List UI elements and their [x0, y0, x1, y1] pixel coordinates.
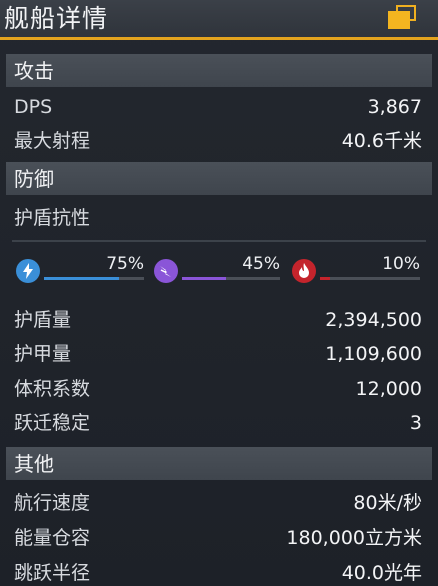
- resist-energy: 45%: [154, 253, 280, 287]
- stat-value: 80米/秒: [353, 492, 422, 514]
- stat-row-shield: 护盾量 2,394,500: [14, 305, 422, 335]
- stat-value: 40.0光年: [341, 562, 422, 584]
- stat-row-capacitor: 能量仓容 180,000立方米: [14, 523, 422, 553]
- resist-bar-fill: [320, 277, 330, 280]
- stat-row-armor: 护甲量 1,109,600: [14, 339, 422, 369]
- stat-row-max-range: 最大射程 40.6千米: [14, 126, 422, 156]
- resist-percent: 45%: [242, 254, 280, 274]
- stat-label: 体积系数: [14, 378, 91, 400]
- ship-details-panel: 舰船详情 攻击 DPS 3,867 最大射程 40.6千米 防御 护盾抗性 75…: [0, 0, 438, 586]
- stat-row-warp-stability: 跃迁稳定 3: [14, 408, 422, 438]
- energy-icon: [154, 259, 178, 283]
- lightning-icon: [16, 259, 40, 283]
- stat-value: 40.6千米: [341, 130, 422, 152]
- stat-label: 护盾量: [14, 309, 72, 331]
- resist-bar: [320, 277, 420, 280]
- resist-bar: [182, 277, 280, 280]
- stat-value: 12,000: [355, 378, 422, 400]
- stat-value: 3: [409, 412, 422, 434]
- stat-row-dps: DPS 3,867: [14, 92, 422, 122]
- stat-row-speed: 航行速度 80米/秒: [14, 488, 422, 518]
- resist-lightning: 75%: [16, 253, 144, 287]
- panel-title: 舰船详情: [4, 4, 109, 33]
- resist-fire: 10%: [292, 253, 420, 287]
- stat-label: 护甲量: [14, 343, 72, 365]
- stat-row-volume: 体积系数 12,000: [14, 374, 422, 404]
- section-title-defense: 防御: [14, 167, 54, 191]
- stat-label: 航行速度: [14, 492, 91, 514]
- stat-label: 跳跃半径: [14, 562, 91, 584]
- section-header-other: 其他: [6, 447, 432, 480]
- fire-icon: [292, 259, 316, 283]
- resist-bar: [44, 277, 144, 280]
- shield-resist-label: 护盾抗性: [14, 207, 91, 229]
- resist-bar-fill: [44, 277, 119, 280]
- stat-value: 3,867: [367, 96, 422, 118]
- resist-percent: 10%: [382, 254, 420, 274]
- stat-row-jump-range: 跳跃半径 40.0光年: [14, 558, 422, 586]
- section-header-attack: 攻击: [6, 54, 432, 87]
- stat-value: 180,000立方米: [286, 527, 422, 549]
- resist-percent: 75%: [106, 254, 144, 274]
- stat-label: DPS: [14, 96, 53, 118]
- stat-value: 1,109,600: [325, 343, 422, 365]
- stat-label: 跃迁稳定: [14, 412, 91, 434]
- section-header-defense: 防御: [6, 162, 432, 195]
- stat-label: 最大射程: [14, 130, 91, 152]
- divider: [12, 240, 426, 242]
- section-title-attack: 攻击: [14, 59, 54, 83]
- title-bar: 舰船详情: [0, 0, 438, 40]
- window-icon[interactable]: [388, 5, 416, 29]
- stat-value: 2,394,500: [325, 309, 422, 331]
- section-title-other: 其他: [14, 452, 54, 476]
- stat-label: 能量仓容: [14, 527, 91, 549]
- resist-bar-fill: [182, 277, 227, 280]
